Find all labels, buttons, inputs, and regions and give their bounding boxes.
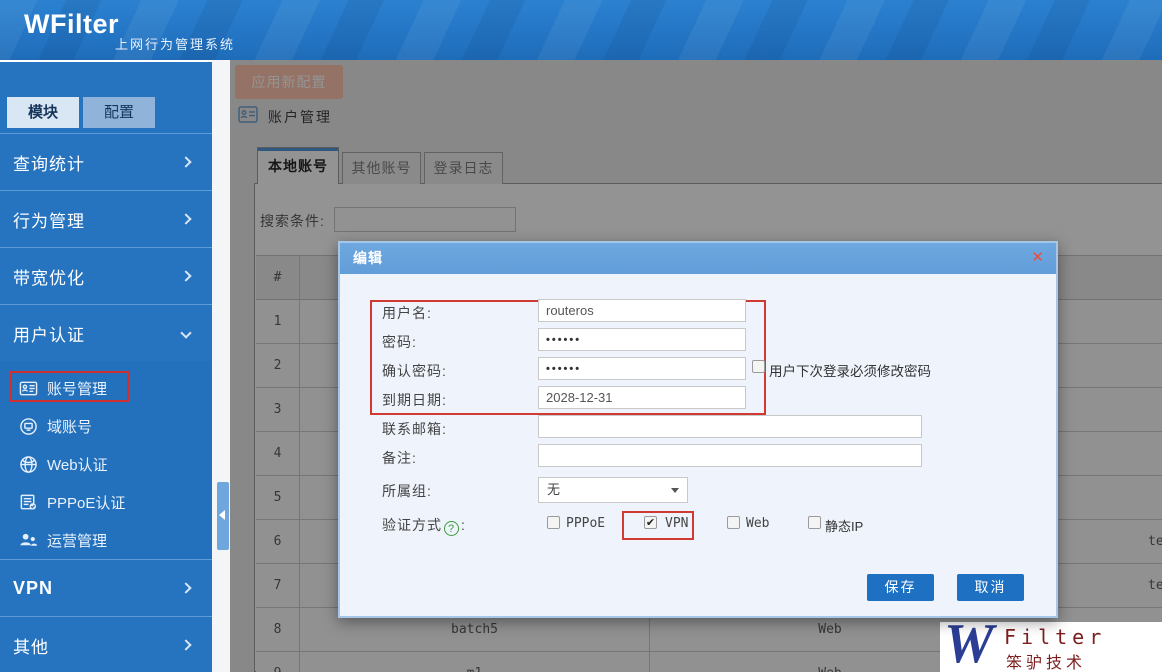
sidebar-tab-modules[interactable]: 模块: [7, 97, 79, 128]
document-check-icon: [19, 493, 38, 512]
chevron-down-icon: [180, 327, 191, 338]
sidebar-item-label: 运营管理: [47, 530, 107, 551]
dialog-header: 编辑 ✕: [340, 243, 1056, 274]
must-change-password-checkbox[interactable]: [752, 360, 765, 373]
sidebar-item-label: 查询统计: [13, 150, 85, 175]
email-field[interactable]: [538, 415, 922, 438]
sidebar-item-label: 账号管理: [47, 378, 107, 399]
auth-vpn-label: VPN: [665, 516, 688, 531]
sidebar-tab-config[interactable]: 配置: [83, 97, 155, 128]
sidebar-item-label: 行为管理: [13, 207, 85, 232]
sidebar-collapse-handle[interactable]: [217, 482, 229, 550]
username-field[interactable]: [538, 299, 746, 322]
must-change-password-label: 用户下次登录必须修改密码: [769, 360, 931, 380]
sidebar-item-label: 其他: [13, 633, 49, 658]
save-button[interactable]: 保存: [867, 574, 934, 601]
chevron-right-icon: [180, 270, 191, 281]
users-icon: [19, 531, 38, 550]
help-icon[interactable]: ?: [444, 521, 459, 536]
sidebar-gutter: [212, 60, 230, 672]
group-label: 所属组:: [382, 481, 432, 501]
sidebar-item-label: 带宽优化: [13, 264, 85, 289]
sidebar-item-label: 用户认证: [13, 321, 85, 346]
group-selected-value: 无: [547, 482, 560, 497]
auth-web-checkbox[interactable]: [727, 516, 740, 529]
email-label: 联系邮箱:: [382, 419, 447, 439]
sidebar-tab-bar: 模块 配置: [7, 97, 155, 128]
confirm-password-field[interactable]: [538, 357, 746, 380]
sidebar-item-label: Web认证: [47, 454, 108, 475]
id-card-icon: [19, 379, 38, 398]
remark-field[interactable]: [538, 444, 922, 467]
logo-subtitle: 上网行为管理系统: [115, 34, 235, 53]
dropdown-arrow-icon: [671, 488, 679, 493]
auth-static-ip-checkbox[interactable]: [808, 516, 821, 529]
wfilter-watermark: W Filter 笨驴技术: [940, 622, 1162, 672]
expire-date-label: 到期日期:: [382, 390, 447, 410]
auth-static-ip-label: 静态IP: [825, 516, 863, 535]
expire-date-field[interactable]: [538, 386, 746, 409]
sidebar-sections: 查询统计 行为管理 带宽优化 用户认证: [0, 133, 212, 672]
auth-method-colon: :: [461, 517, 466, 533]
chevron-right-icon: [180, 582, 191, 593]
group-select[interactable]: 无: [538, 477, 688, 503]
auth-method-label: 验证方式?:: [382, 515, 466, 536]
confirm-password-label: 确认密码:: [382, 361, 447, 381]
user-auth-submenu: 账号管理 域账号: [0, 361, 212, 559]
chevron-right-icon: [180, 156, 191, 167]
sidebar-item-bandwidth[interactable]: 带宽优化: [0, 247, 212, 304]
sidebar-item-account-mgmt[interactable]: 账号管理: [0, 369, 212, 407]
sidebar-item-label: VPN: [13, 578, 53, 599]
collapse-arrow-icon: [219, 510, 225, 520]
password-field[interactable]: [538, 328, 746, 351]
sidebar-item-web-auth[interactable]: Web认证: [0, 445, 212, 483]
watermark-name: Filter: [1004, 625, 1106, 649]
wfilter-app: WFilter 上网行为管理系统 模块 配置 查询统计 行为管理 带宽优化 用户…: [0, 0, 1162, 672]
chevron-right-icon: [180, 639, 191, 650]
watermark-w-logo: W: [944, 612, 994, 672]
close-icon[interactable]: ✕: [1031, 250, 1044, 266]
auth-method-text: 验证方式: [382, 517, 442, 533]
sidebar: 模块 配置 查询统计 行为管理 带宽优化 用户认证: [0, 60, 212, 672]
sidebar-item-other[interactable]: 其他: [0, 616, 212, 672]
remark-label: 备注:: [382, 448, 417, 468]
sidebar-item-operations[interactable]: 运营管理: [0, 521, 212, 559]
dialog-title: 编辑: [353, 243, 383, 274]
sidebar-item-pppoe-auth[interactable]: PPPoE认证: [0, 483, 212, 521]
sidebar-item-vpn[interactable]: VPN: [0, 559, 212, 616]
sidebar-item-domain-account[interactable]: 域账号: [0, 407, 212, 445]
sidebar-item-user-auth[interactable]: 用户认证: [0, 304, 212, 361]
auth-vpn-checkbox[interactable]: ✔: [644, 516, 657, 529]
sidebar-item-query-stats[interactable]: 查询统计: [0, 133, 212, 190]
auth-pppoe-label: PPPoE: [566, 516, 605, 531]
edit-account-dialog: 编辑 ✕ 用户名: 密码: 确认密码: 用户下次登录必须修改密码 到期日期: 联…: [338, 241, 1058, 618]
password-label: 密码:: [382, 332, 417, 352]
auth-pppoe-checkbox[interactable]: [547, 516, 560, 529]
watermark-company: 笨驴技术: [1006, 649, 1086, 672]
sidebar-item-behavior-mgmt[interactable]: 行为管理: [0, 190, 212, 247]
top-header: WFilter 上网行为管理系统: [0, 0, 1162, 60]
chevron-right-icon: [180, 213, 191, 224]
username-label: 用户名:: [382, 303, 432, 323]
wfilter-logo: WFilter: [24, 9, 119, 40]
sidebar-item-label: PPPoE认证: [47, 492, 125, 513]
globe-icon: [19, 455, 38, 474]
cancel-button[interactable]: 取消: [957, 574, 1024, 601]
domain-account-icon: [19, 417, 38, 436]
sidebar-item-label: 域账号: [47, 416, 92, 437]
auth-web-label: Web: [746, 516, 769, 531]
